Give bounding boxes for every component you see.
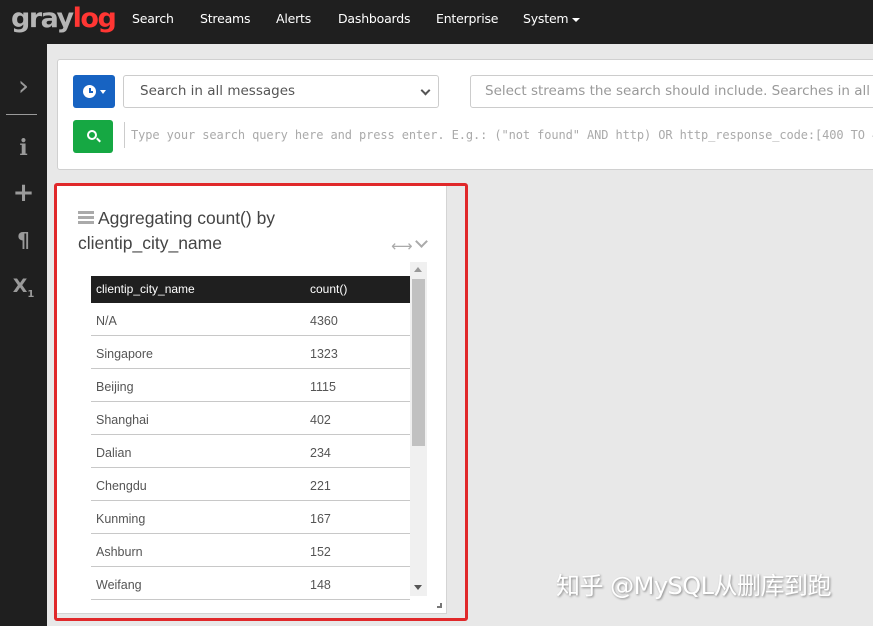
widget-title-text: Aggregating count() by clientip_city_nam… xyxy=(78,208,276,253)
subscript-1: 1 xyxy=(27,288,35,300)
sidebar-divider xyxy=(6,114,37,115)
cell-city: N/A xyxy=(96,314,117,328)
cell-count: 402 xyxy=(310,413,331,427)
search-range-select[interactable]: Search in all messages xyxy=(123,75,439,108)
cell-count: 148 xyxy=(310,578,331,592)
cell-count: 234 xyxy=(310,446,331,460)
plus-icon[interactable]: + xyxy=(0,180,47,206)
top-navbar: graylog Search Streams Alerts Dashboards… xyxy=(0,0,873,44)
cell-count: 4360 xyxy=(310,314,338,328)
caret-down-icon xyxy=(572,17,581,22)
cell-count: 221 xyxy=(310,479,331,493)
subscript-icon[interactable]: X1 xyxy=(0,274,47,307)
logo-red-part: log xyxy=(72,3,117,34)
table-row: Chengdu 221 xyxy=(91,468,410,501)
logo-gray-part: gray xyxy=(11,3,74,34)
cell-city: Dalian xyxy=(96,446,132,460)
table-header: clientip_city_name count() xyxy=(91,276,410,303)
scrollbar-thumb[interactable] xyxy=(412,279,425,446)
nav-streams[interactable]: Streams xyxy=(200,11,251,27)
table-row: Kunming 167 xyxy=(91,501,410,534)
search-icon-handle xyxy=(96,137,101,143)
left-sidebar: › i + ¶ X1 xyxy=(0,44,47,626)
column-header-count[interactable]: count() xyxy=(310,276,347,303)
streams-select-input[interactable]: Select streams the search should include… xyxy=(470,75,873,108)
cell-city: Singapore xyxy=(96,347,153,361)
table-row: Ashburn 152 xyxy=(91,534,410,567)
paragraph-icon[interactable]: ¶ xyxy=(0,228,47,252)
cell-count: 1115 xyxy=(310,380,336,394)
search-button[interactable] xyxy=(73,120,113,153)
nav-dashboards[interactable]: Dashboards xyxy=(338,11,411,27)
cell-count: 1323 xyxy=(310,347,338,361)
nav-search[interactable]: Search xyxy=(132,11,174,27)
subscript-x: X xyxy=(12,275,28,297)
nav-system[interactable]: System xyxy=(523,11,581,27)
chevron-down-icon[interactable] xyxy=(414,236,428,250)
nav-alerts[interactable]: Alerts xyxy=(276,11,311,27)
scroll-up-arrow-icon[interactable] xyxy=(414,267,422,272)
chevron-down-icon xyxy=(420,85,431,96)
cell-count: 152 xyxy=(310,545,331,559)
search-query-input[interactable]: Type your search query here and press en… xyxy=(124,122,873,148)
expand-horizontal-icon[interactable]: ⟷ xyxy=(391,238,413,254)
nav-enterprise[interactable]: Enterprise xyxy=(436,11,499,27)
widget-title: Aggregating count() by clientip_city_nam… xyxy=(78,206,368,256)
table-row: N/A 4360 xyxy=(91,303,410,336)
table-row: Dalian 234 xyxy=(91,435,410,468)
watermark: 知乎 @MySQL从删库到跑 xyxy=(556,572,832,600)
info-icon[interactable]: i xyxy=(0,136,47,160)
table-row: Shanghai 402 xyxy=(91,402,410,435)
resize-handle-icon[interactable] xyxy=(437,603,442,608)
cell-city: Kunming xyxy=(96,512,146,526)
table-scrollbar[interactable] xyxy=(410,262,427,596)
time-range-button[interactable] xyxy=(73,75,115,108)
caret-down-icon xyxy=(100,90,106,94)
drag-handle-icon[interactable] xyxy=(78,211,94,224)
cell-city: Beijing xyxy=(96,380,134,394)
nav-system-label: System xyxy=(523,11,569,26)
search-range-value: Search in all messages xyxy=(140,83,296,99)
scroll-down-arrow-icon[interactable] xyxy=(414,585,422,590)
table-row: Singapore 1323 xyxy=(91,336,410,369)
cell-city: Shanghai xyxy=(96,413,149,427)
cell-city: Chengdu xyxy=(96,479,147,493)
aggregation-table: clientip_city_name count() N/A 4360 Singa… xyxy=(91,276,410,602)
column-header-city[interactable]: clientip_city_name xyxy=(96,276,195,303)
table-row: Beijing 1115 xyxy=(91,369,410,402)
clock-icon xyxy=(83,85,96,98)
cell-count: 167 xyxy=(310,512,331,526)
chevron-right-icon[interactable]: › xyxy=(0,72,47,100)
cell-city: Ashburn xyxy=(96,545,143,559)
table-row: Weifang 148 xyxy=(91,567,410,600)
graylog-logo[interactable]: graylog xyxy=(11,3,117,34)
cell-city: Weifang xyxy=(96,578,142,592)
